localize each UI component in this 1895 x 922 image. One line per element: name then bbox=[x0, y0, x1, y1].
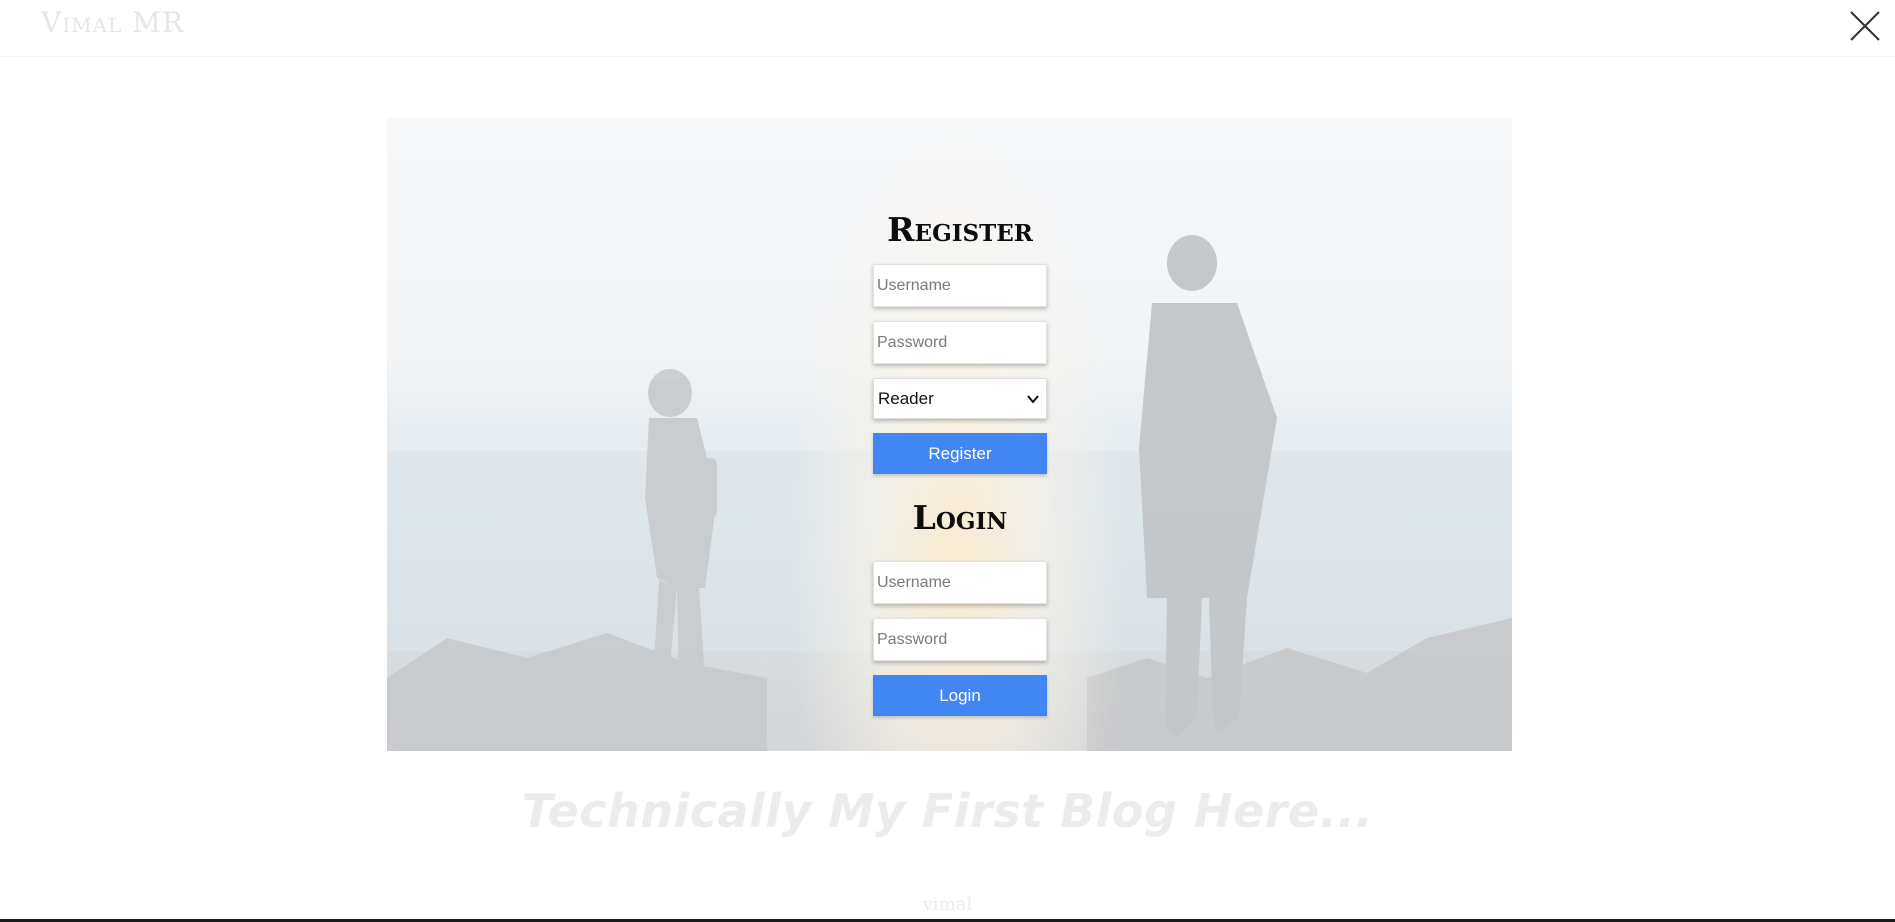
role-select-box[interactable]: Reader bbox=[873, 378, 1047, 419]
register-button[interactable]: Register bbox=[873, 433, 1047, 474]
register-title: Register bbox=[887, 210, 1033, 249]
role-select[interactable]: Reader bbox=[873, 378, 1047, 419]
role-select-value: Reader bbox=[878, 389, 934, 408]
login-username-input[interactable] bbox=[873, 561, 1047, 604]
blog-tagline: Technically My First Blog Here... bbox=[521, 784, 1374, 838]
register-username-input[interactable] bbox=[873, 264, 1047, 307]
login-title: Login bbox=[912, 498, 1008, 537]
site-header: Vimal MR bbox=[0, 0, 1895, 57]
register-password-input[interactable] bbox=[873, 321, 1047, 364]
close-button[interactable] bbox=[1847, 8, 1883, 44]
page: Vimal MR Register Username Reader Regist… bbox=[0, 0, 1895, 922]
site-logo[interactable]: Vimal MR bbox=[41, 6, 184, 39]
login-button[interactable]: Login bbox=[873, 675, 1047, 716]
footer-mark: vimal bbox=[922, 894, 973, 915]
chevron-down-icon bbox=[1027, 395, 1039, 404]
auth-panel: Register Reader Register Login Login bbox=[873, 206, 1047, 716]
login-password-input[interactable] bbox=[873, 618, 1047, 661]
close-icon bbox=[1850, 11, 1880, 41]
